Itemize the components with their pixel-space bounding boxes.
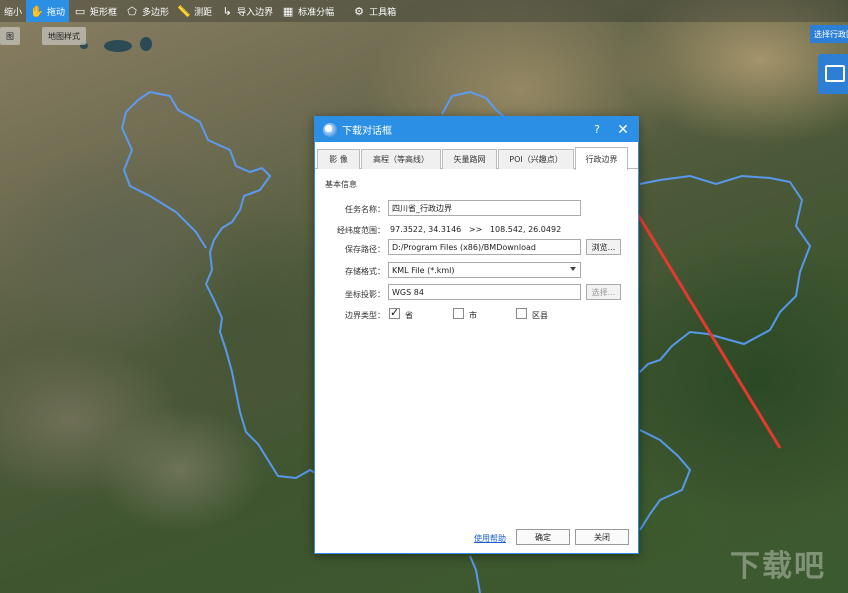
top-toolbar: 缩小 ✋ 拖动 ▭ 矩形框 ⬠ 多边形 📏 测距 ↳ 导入边界 ▦ 标准分幅 ⚙… (0, 0, 848, 22)
province-boundary-line-bottom (469, 555, 481, 593)
county-checkbox[interactable] (516, 308, 527, 319)
close-button[interactable]: 关闭 (575, 529, 629, 545)
tool-standard-grid[interactable]: ▦ 标准分幅 (277, 0, 338, 22)
browse-button[interactable]: 浏览... (586, 239, 621, 255)
help-icon[interactable]: ? (586, 123, 608, 136)
download-dialog: 下载对话框 ? ✕ 影 像 高程（等高线） 矢量路网 POI（兴趣点） 行政边界… (314, 116, 639, 554)
chevron-down-icon (570, 267, 576, 271)
tab-imagery[interactable]: 影 像 (317, 149, 360, 169)
select-projection-button[interactable]: 选择... (586, 284, 621, 300)
projection-field[interactable]: WGS 84 (388, 284, 581, 300)
rectangle-icon: ▭ (74, 4, 86, 18)
range-label: 经纬度范围： (337, 226, 385, 235)
province-label: 省 (405, 311, 413, 320)
format-label: 存储格式： (345, 267, 385, 276)
tool-rectangle-label: 矩形框 (90, 7, 118, 18)
tool-import-boundary-label: 导入边界 (237, 7, 274, 18)
hand-icon: ✋ (30, 4, 44, 18)
format-select-value: KML File (*.kml) (392, 265, 455, 275)
tool-pan[interactable]: ✋ 拖动 (26, 0, 70, 22)
boundary-type-label: 边界类型： (345, 311, 385, 320)
tool-polygon[interactable]: ⬠ 多边形 (121, 0, 173, 22)
toolbox-icon: ⚙ (354, 4, 365, 18)
dialog-tabs: 影 像 高程（等高线） 矢量路网 POI（兴趣点） 行政边界 (315, 147, 638, 170)
tool-rectangle[interactable]: ▭ 矩形框 (69, 0, 121, 22)
city-label: 市 (469, 311, 477, 320)
task-name-label: 任务名称： (345, 205, 385, 214)
close-icon[interactable]: ✕ (608, 122, 638, 138)
basic-info-label: 基本信息 (325, 180, 357, 189)
tool-pan-label: 拖动 (47, 7, 66, 18)
tab-poi[interactable]: POI（兴趣点） (498, 149, 574, 169)
tool-standard-grid-label: 标准分幅 (298, 7, 335, 18)
tool-zoom-out-label: 缩小 (4, 7, 23, 18)
save-path-label: 保存路径： (345, 245, 385, 254)
county-label: 区县 (532, 311, 548, 320)
download-icon (825, 65, 845, 82)
map-chip[interactable]: 图 (0, 27, 20, 45)
tool-toolbox[interactable]: ⚙ 工具箱 (348, 0, 400, 22)
polygon-icon: ⬠ (127, 4, 137, 18)
secondary-toolbar: 图 地图样式 (0, 27, 86, 45)
province-checkbox[interactable] (389, 306, 400, 319)
import-boundary-icon: ↳ (222, 4, 232, 18)
province-boundary-line-west (120, 91, 207, 249)
projection-label: 坐标投影： (345, 290, 385, 299)
tool-zoom-out[interactable]: 缩小 (0, 0, 26, 22)
tab-elevation[interactable]: 高程（等高线） (361, 149, 441, 169)
format-select[interactable]: KML File (*.kml) (388, 262, 581, 278)
download-button[interactable] (818, 54, 848, 94)
tool-measure[interactable]: 📏 测距 (173, 0, 216, 22)
lake (104, 40, 132, 52)
help-link[interactable]: 使用帮助 (474, 533, 506, 544)
ok-button[interactable]: 确定 (516, 529, 570, 545)
task-name-field[interactable]: 四川省_行政边界 (388, 200, 581, 216)
tool-measure-label: 测距 (194, 7, 213, 18)
tool-polygon-label: 多边形 (142, 7, 170, 18)
province-boundary-line-north (441, 90, 507, 119)
dialog-title: 下载对话框 (342, 126, 392, 137)
province-boundary-line-south (639, 429, 692, 531)
lake (140, 37, 152, 51)
save-path-field[interactable]: D:/Program Files (x86)/BMDownload (388, 239, 581, 255)
range-value: 97.3522, 34.3146 >> 108.542, 26.0492 (390, 225, 562, 234)
map-style-button[interactable]: 地图样式 (42, 27, 86, 45)
select-region-button[interactable]: 选择行政区 (810, 25, 848, 43)
dialog-titlebar: 下载对话框 ? ✕ (315, 117, 638, 142)
app-logo-icon (323, 122, 337, 137)
grid-icon: ▦ (282, 4, 294, 18)
tab-vector-roads[interactable]: 矢量路网 (442, 149, 497, 169)
tab-admin-boundary[interactable]: 行政边界 (575, 147, 628, 170)
watermark: 下载吧 (730, 549, 826, 584)
tool-toolbox-label: 工具箱 (369, 7, 397, 18)
city-checkbox[interactable] (453, 308, 464, 319)
province-boundary-line-east (639, 174, 812, 373)
ruler-icon: 📏 (177, 4, 191, 18)
tool-import-boundary[interactable]: ↳ 导入边界 (216, 0, 277, 22)
